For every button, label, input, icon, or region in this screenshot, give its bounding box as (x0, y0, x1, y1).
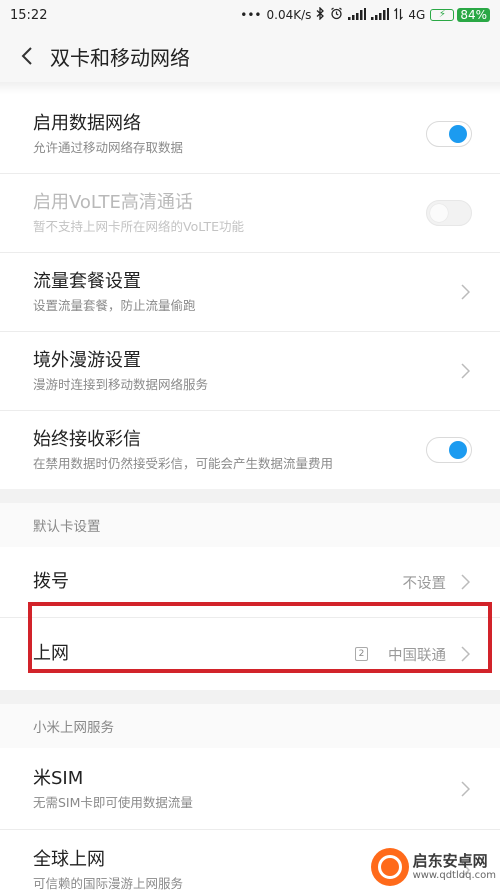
row-title: 米SIM (33, 767, 84, 789)
toggle-knob (449, 124, 467, 143)
chevron-right-icon (458, 360, 472, 382)
chevron-right-icon (458, 281, 472, 303)
watermark-logo-icon (370, 848, 409, 886)
volte-row: 启用VoLTE高清通话 暂不支持上网卡所在网络的VoLTE功能 (0, 173, 500, 252)
row-text: 启用数据网络 允许通过移动网络存取数据 (33, 111, 426, 157)
row-subtitle: 在禁用数据时仍然接受彩信，可能会产生数据流量费用 (33, 456, 334, 471)
row-text: 启用VoLTE高清通话 暂不支持上网卡所在网络的VoLTE功能 (33, 190, 426, 236)
battery: ⚡ 84% (430, 8, 490, 22)
volte-toggle (426, 200, 472, 226)
mms-toggle[interactable] (426, 437, 472, 463)
row-text: 境外漫游设置 漫游时连接到移动数据网络服务 (33, 348, 446, 394)
row-subtitle: 允许通过移动网络存取数据 (33, 139, 184, 155)
data-plan-row[interactable]: 流量套餐设置 设置流量套餐，防止流量偷跑 (0, 252, 500, 331)
row-title: 始终接收彩信 (33, 429, 141, 450)
bluetooth-icon (316, 6, 325, 23)
status-bar: 15:22 ••• 0.04K/s 4G ⚡ 84% (0, 0, 500, 30)
more-dots-icon: ••• (240, 8, 262, 22)
row-title: 启用数据网络 (33, 112, 141, 134)
dial-row[interactable]: 拨号 不设置 (0, 547, 500, 617)
row-text: 始终接收彩信 在禁用数据时仍然接受彩信，可能会产生数据流量费用 (33, 427, 426, 473)
status-time: 15:22 (10, 7, 48, 23)
section-gap (0, 690, 500, 704)
row-subtitle: 设置流量套餐，防止流量偷跑 (33, 298, 196, 313)
mi-sim-row[interactable]: 米SIM 无需SIM卡即可使用数据流量 (0, 748, 500, 829)
alarm-icon (330, 7, 343, 23)
watermark: 启东安卓网 www.qdtldq.com (370, 848, 496, 886)
toggle-knob (430, 204, 448, 222)
watermark-url: www.qdtldq.com (412, 869, 496, 881)
battery-percent: 84% (457, 8, 490, 22)
mms-row[interactable]: 始终接收彩信 在禁用数据时仍然接受彩信，可能会产生数据流量费用 (0, 410, 500, 489)
section-shadow (0, 82, 500, 94)
row-text: 拨号 (33, 569, 403, 595)
row-subtitle: 暂不支持上网卡所在网络的VoLTE功能 (33, 219, 245, 234)
signal-icon-2 (371, 7, 390, 23)
default-card-header: 默认卡设置 (0, 503, 500, 547)
page-title: 双卡和移动网络 (50, 45, 190, 70)
chevron-right-icon (458, 778, 472, 800)
row-title: 上网 (33, 643, 69, 664)
dial-value: 不设置 (402, 575, 447, 592)
signal-icon (348, 7, 367, 23)
row-subtitle: 漫游时连接到移动数据网络服务 (33, 377, 209, 392)
row-text: 米SIM 无需SIM卡即可使用数据流量 (33, 766, 446, 812)
row-subtitle: 无需SIM卡即可使用数据流量 (33, 794, 193, 810)
network-settings-section: 启用数据网络 允许通过移动网络存取数据 启用VoLTE高清通话 暂不支持上网卡所… (0, 82, 500, 489)
row-title: 启用VoLTE高清通话 (33, 192, 193, 213)
network-speed: 0.04K/s (266, 8, 312, 22)
watermark-text: 启东安卓网 www.qdtldq.com (412, 851, 496, 882)
data-network-toggle[interactable] (426, 120, 472, 147)
title-bar: 双卡和移动网络 (0, 30, 500, 82)
mi-service-header: 小米上网服务 (0, 704, 500, 748)
sim-card-badge: 2 (355, 647, 368, 661)
toggle-knob (449, 441, 467, 459)
internet-carrier: 中国联通 (388, 647, 446, 664)
row-text: 上网 (33, 641, 355, 667)
watermark-name: 启东安卓网 (412, 851, 488, 870)
back-arrow-icon[interactable] (14, 43, 40, 69)
row-title: 流量套餐设置 (33, 271, 141, 292)
row-title: 拨号 (33, 571, 69, 592)
data-network-row[interactable]: 启用数据网络 允许通过移动网络存取数据 (0, 94, 500, 173)
battery-icon: ⚡ (430, 9, 455, 21)
roaming-row[interactable]: 境外漫游设置 漫游时连接到移动数据网络服务 (0, 331, 500, 410)
row-title: 境外漫游设置 (33, 350, 141, 371)
chevron-right-icon (458, 643, 472, 665)
chevron-right-icon (458, 571, 472, 593)
row-text: 流量套餐设置 设置流量套餐，防止流量偷跑 (33, 269, 446, 315)
internet-row[interactable]: 上网 2 中国联通 (0, 617, 500, 690)
network-type: 4G (408, 8, 426, 22)
data-arrows-icon (394, 7, 404, 23)
status-icons: ••• 0.04K/s 4G ⚡ 84% (240, 6, 490, 23)
default-card-section: 拨号 不设置 上网 2 中国联通 (0, 547, 500, 690)
section-gap (0, 489, 500, 503)
